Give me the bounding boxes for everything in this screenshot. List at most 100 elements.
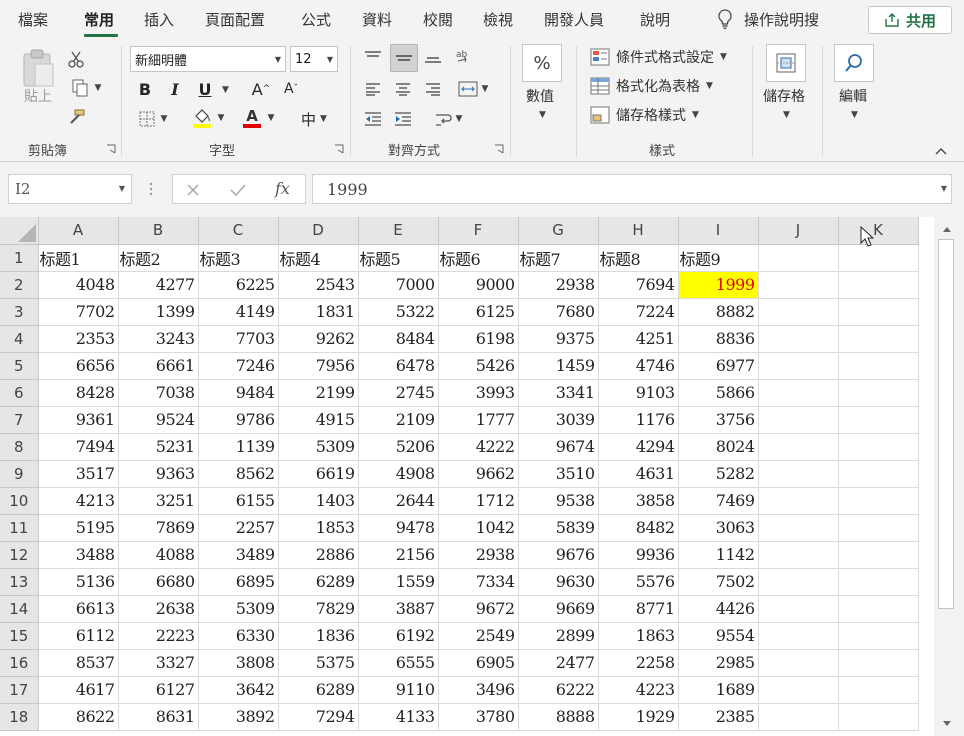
increase-indent-button[interactable]: [392, 108, 414, 130]
chevron-down-icon[interactable]: ▼: [539, 110, 546, 120]
cell[interactable]: 1176: [598, 406, 679, 434]
tab-help[interactable]: 說明: [640, 9, 670, 30]
cell[interactable]: 5136: [38, 568, 119, 596]
cell[interactable]: [838, 460, 919, 488]
cell[interactable]: 3243: [118, 325, 199, 353]
cell[interactable]: 标题7: [518, 244, 599, 272]
cell[interactable]: 9662: [438, 460, 519, 488]
cell[interactable]: 6478: [358, 352, 439, 380]
scroll-thumb[interactable]: [938, 239, 954, 609]
borders-button[interactable]: ▼: [134, 108, 172, 130]
cell[interactable]: 3756: [678, 406, 759, 434]
cell[interactable]: 5309: [278, 433, 359, 461]
cell[interactable]: 6125: [438, 298, 519, 326]
cell[interactable]: 2353: [38, 325, 119, 353]
cell[interactable]: 3642: [198, 676, 279, 704]
font-color-button[interactable]: A ▼: [238, 106, 278, 130]
cell[interactable]: [758, 595, 839, 623]
cell[interactable]: 5206: [358, 433, 439, 461]
align-right-button[interactable]: [422, 78, 444, 100]
cell[interactable]: 8836: [678, 325, 759, 353]
insert-function-icon[interactable]: fx: [275, 179, 290, 198]
cell[interactable]: 5282: [678, 460, 759, 488]
row-header[interactable]: 16: [0, 649, 39, 677]
tab-page-layout[interactable]: 頁面配置: [205, 9, 265, 30]
expand-formula-bar-icon[interactable]: ▼: [941, 184, 947, 193]
cell[interactable]: 4631: [598, 460, 679, 488]
cell[interactable]: 2549: [438, 622, 519, 650]
cell[interactable]: 4426: [678, 595, 759, 623]
align-left-button[interactable]: [362, 78, 384, 100]
copy-button[interactable]: ▼: [64, 77, 108, 99]
cell[interactable]: 4088: [118, 541, 199, 569]
format-painter-button[interactable]: [64, 106, 88, 128]
dialog-launcher-icon[interactable]: [494, 144, 504, 154]
cell[interactable]: [758, 541, 839, 569]
formula-input[interactable]: 1999 ▼: [312, 174, 952, 204]
cell[interactable]: 6225: [198, 271, 279, 299]
column-header-h[interactable]: H: [598, 217, 679, 245]
cell[interactable]: 6613: [38, 595, 119, 623]
conditional-formatting-button[interactable]: 條件式格式設定 ▼: [590, 47, 727, 67]
cell[interactable]: 3517: [38, 460, 119, 488]
format-as-table-button[interactable]: 格式化為表格 ▼: [590, 76, 713, 96]
cell[interactable]: 6222: [518, 676, 599, 704]
cell[interactable]: 3808: [198, 649, 279, 677]
column-header-j[interactable]: J: [758, 217, 839, 245]
cell[interactable]: 7703: [198, 325, 279, 353]
cell[interactable]: 2985: [678, 649, 759, 677]
cell[interactable]: 3488: [38, 541, 119, 569]
cell[interactable]: 标题9: [678, 244, 759, 272]
cell[interactable]: 标题5: [358, 244, 439, 272]
cell[interactable]: 5866: [678, 379, 759, 407]
row-header[interactable]: 18: [0, 703, 39, 731]
cell[interactable]: 4133: [358, 703, 439, 731]
cell[interactable]: 6289: [278, 568, 359, 596]
align-center-button[interactable]: [392, 78, 414, 100]
cell[interactable]: [838, 649, 919, 677]
cell[interactable]: [758, 622, 839, 650]
tab-review[interactable]: 校閱: [423, 9, 453, 30]
cell[interactable]: 2258: [598, 649, 679, 677]
tab-view[interactable]: 檢視: [483, 9, 513, 30]
cell[interactable]: 7469: [678, 487, 759, 515]
cell[interactable]: 4746: [598, 352, 679, 380]
row-header[interactable]: 12: [0, 541, 39, 569]
cell[interactable]: 2938: [518, 271, 599, 299]
row-header[interactable]: 6: [0, 379, 39, 407]
cell[interactable]: 1777: [438, 406, 519, 434]
name-box[interactable]: I2 ▼: [8, 174, 132, 204]
cell[interactable]: 2745: [358, 379, 439, 407]
cell[interactable]: 3993: [438, 379, 519, 407]
cell[interactable]: [838, 676, 919, 704]
cell[interactable]: 3327: [118, 649, 199, 677]
cell[interactable]: 1142: [678, 541, 759, 569]
cell[interactable]: 4222: [438, 433, 519, 461]
cell[interactable]: 4223: [598, 676, 679, 704]
cell[interactable]: [758, 406, 839, 434]
cell[interactable]: 6198: [438, 325, 519, 353]
cell[interactable]: 9524: [118, 406, 199, 434]
cell[interactable]: [838, 541, 919, 569]
cell[interactable]: 6555: [358, 649, 439, 677]
cell[interactable]: 标题1: [38, 244, 119, 272]
orientation-button[interactable]: ab: [452, 46, 476, 68]
cell[interactable]: 9110: [358, 676, 439, 704]
cell[interactable]: 4908: [358, 460, 439, 488]
cell[interactable]: 2156: [358, 541, 439, 569]
editing-button[interactable]: [834, 44, 874, 82]
column-header-b[interactable]: B: [118, 217, 199, 245]
cell[interactable]: [838, 406, 919, 434]
cell[interactable]: 7334: [438, 568, 519, 596]
cell[interactable]: 8484: [358, 325, 439, 353]
cell[interactable]: 1863: [598, 622, 679, 650]
cell[interactable]: 8024: [678, 433, 759, 461]
tab-developer[interactable]: 開發人員: [544, 9, 604, 30]
cell[interactable]: 1459: [518, 352, 599, 380]
row-header[interactable]: 13: [0, 568, 39, 596]
column-header-i[interactable]: I: [678, 217, 759, 245]
font-name-combo[interactable]: 新細明體 ▼: [130, 46, 286, 72]
chevron-down-icon[interactable]: ▼: [222, 85, 229, 95]
cells-button[interactable]: [766, 44, 806, 82]
grip-icon[interactable]: [148, 181, 154, 197]
